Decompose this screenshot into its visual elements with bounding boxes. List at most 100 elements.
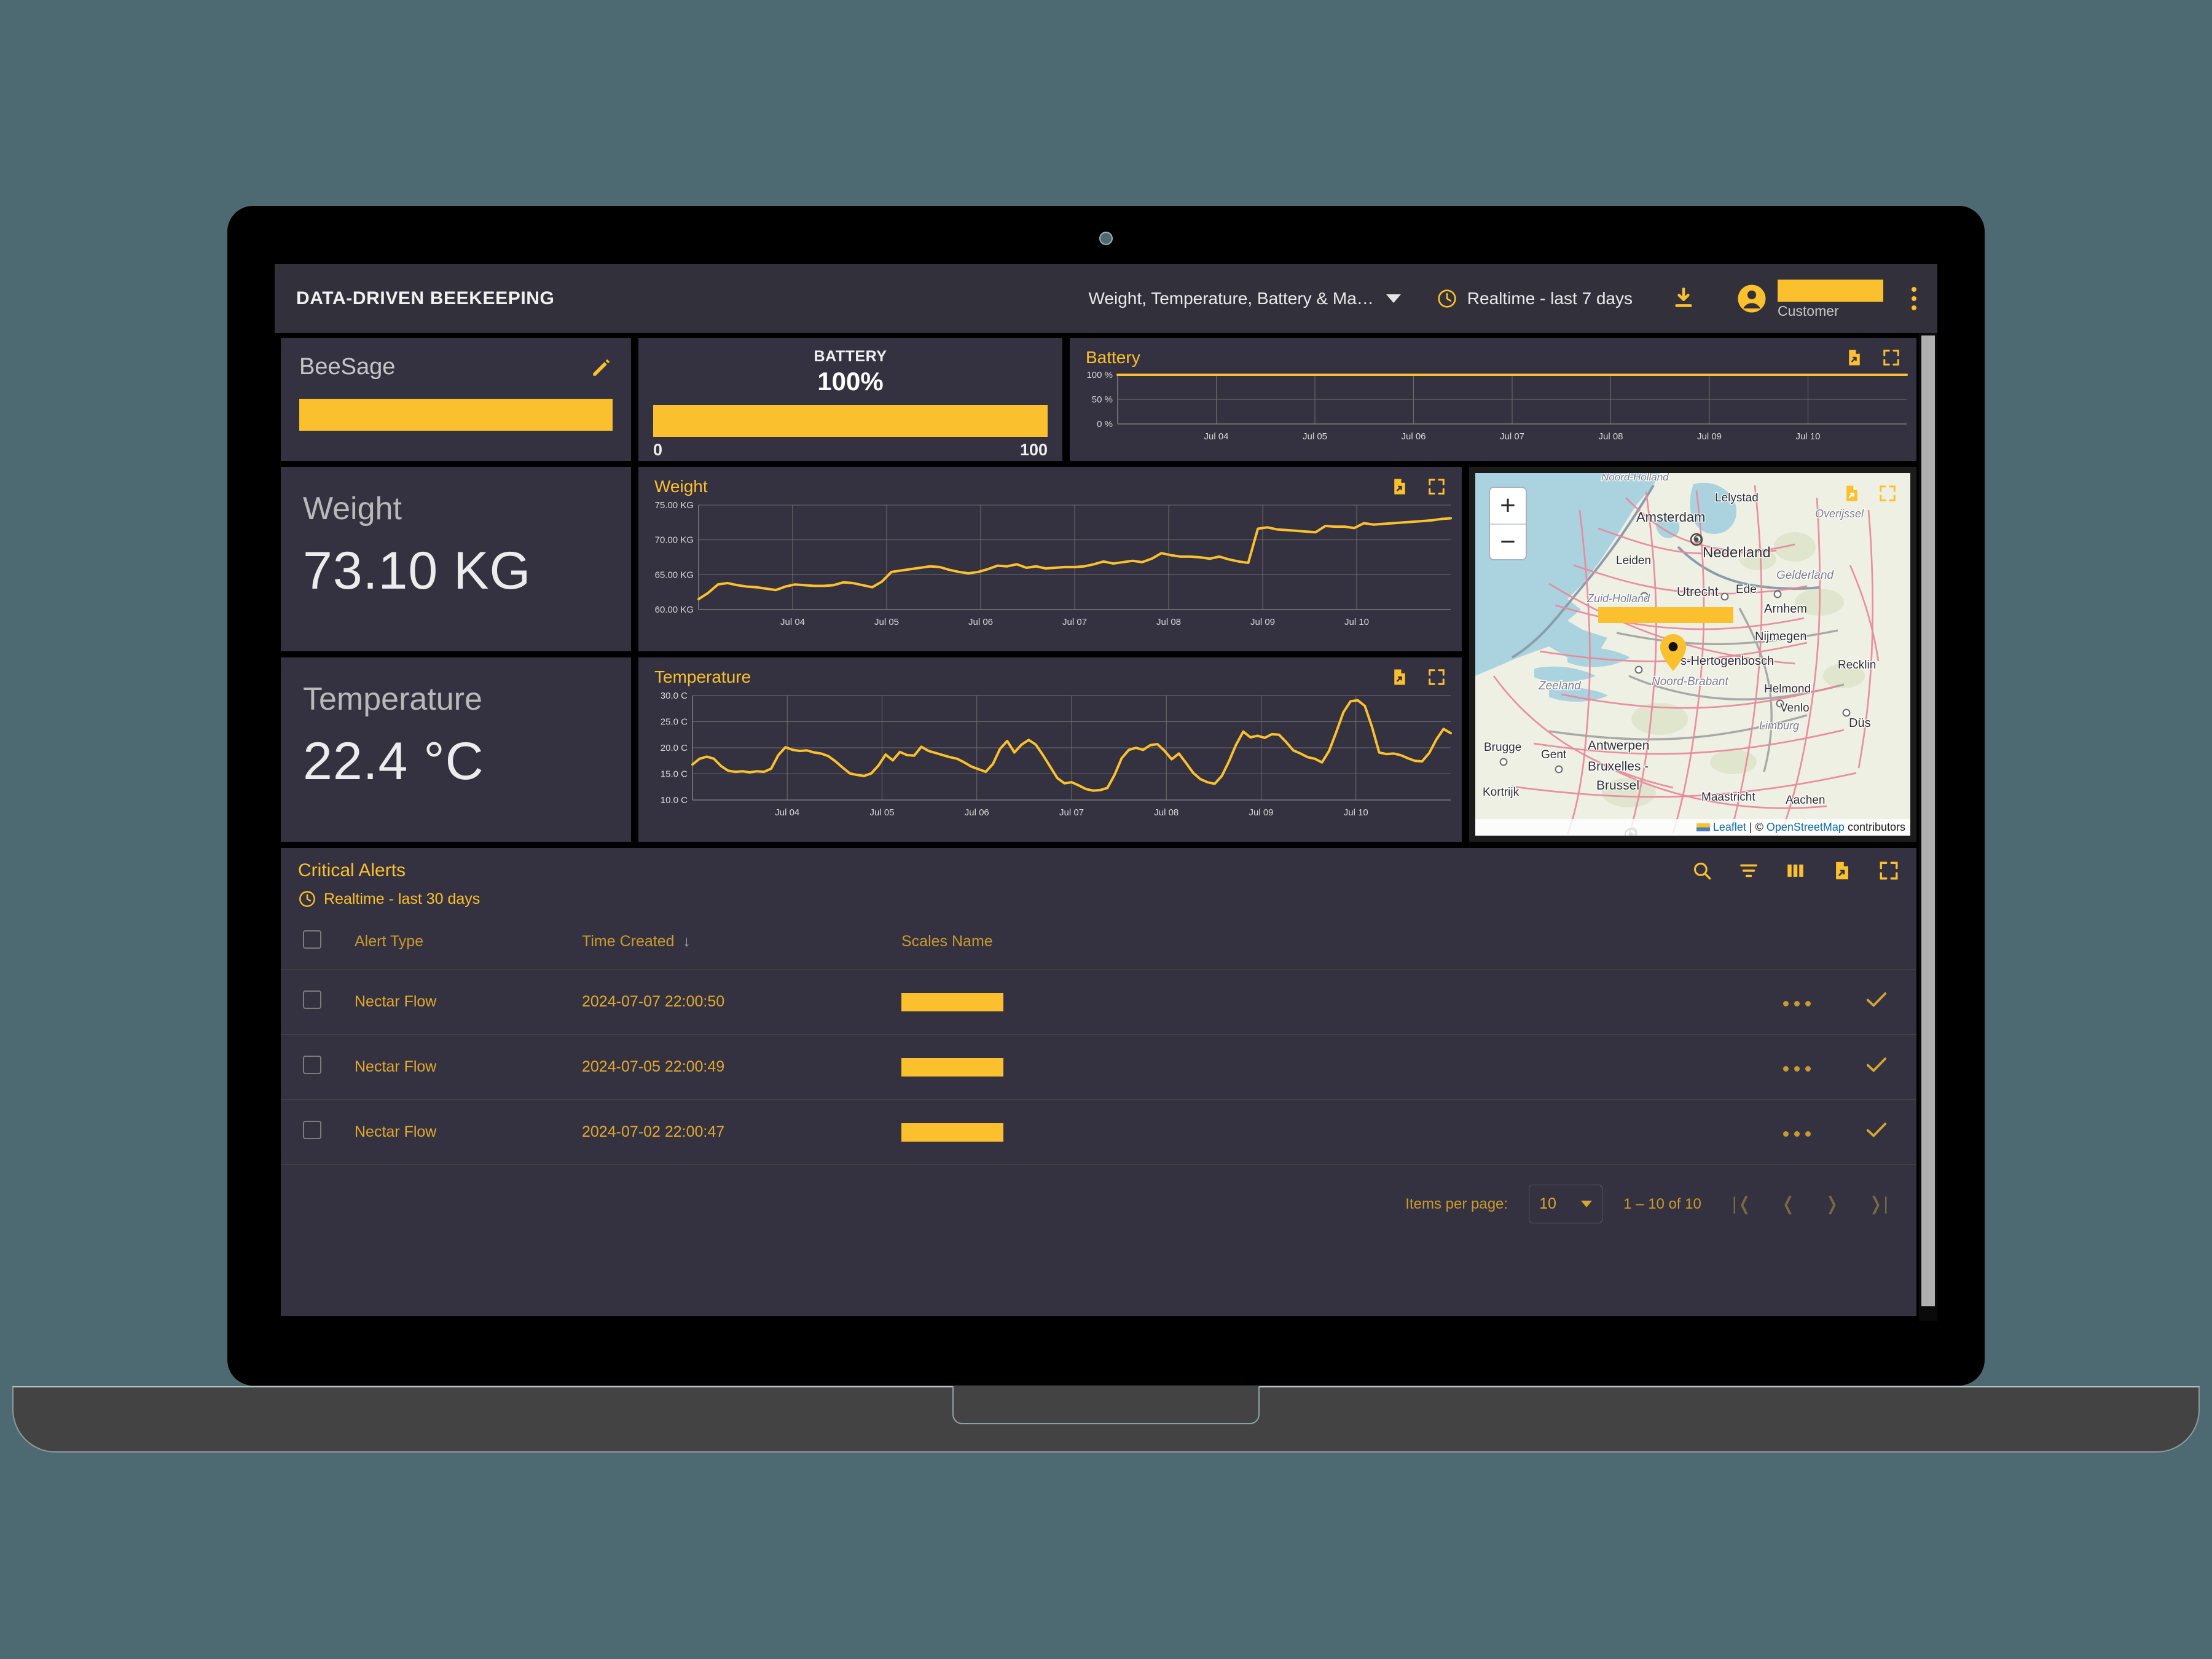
table-row[interactable]: Nectar Flow 2024-07-05 22:00:49 <box>281 1034 1916 1100</box>
x-axis-tick-label: Jul 05 <box>869 807 894 818</box>
check-icon[interactable] <box>1866 1057 1887 1073</box>
x-axis-tick-label: Jul 06 <box>965 807 989 818</box>
leaflet-link[interactable]: Leaflet <box>1713 821 1746 834</box>
row-checkbox[interactable] <box>303 990 321 1009</box>
map-label: Leiden <box>1616 554 1651 567</box>
row-checkbox[interactable] <box>303 1056 321 1074</box>
time-range-selector[interactable]: Realtime - last 7 days <box>1437 288 1633 309</box>
temperature-stat-label: Temperature <box>303 681 482 717</box>
filter-icon[interactable] <box>1738 860 1759 881</box>
user-menu[interactable]: Customer <box>1736 279 1883 319</box>
map-label: Nijmegen <box>1755 630 1806 643</box>
items-per-page-select[interactable]: 10 <box>1529 1185 1603 1223</box>
weight-chart-header: Weight <box>638 467 1462 496</box>
weight-chart-svg: 60.00 KG 65.00 KG 70.00 KG 75.00 KG Jul 04 Ju… <box>655 500 1452 627</box>
weight-chart-actions <box>1390 477 1446 496</box>
cell-alert-type: Nectar Flow <box>355 1034 582 1100</box>
weight-stat-card: Weight 73.10 KG <box>281 467 631 651</box>
pencil-icon[interactable] <box>589 356 613 380</box>
export-file-icon[interactable] <box>1390 668 1409 686</box>
next-page-button[interactable]: ❭ <box>1824 1193 1840 1215</box>
map-label: Zeeland <box>1538 680 1582 692</box>
fullscreen-icon[interactable] <box>1427 668 1446 686</box>
column-header-time-created[interactable]: Time Created ↓ <box>582 922 901 970</box>
y-axis-tick-label: 50 % <box>1092 394 1113 405</box>
fullscreen-icon[interactable] <box>1878 484 1897 503</box>
map-label: Noord-Brabant <box>1652 675 1728 688</box>
user-role-label: Customer <box>1778 302 1839 319</box>
leaflet-flag-icon <box>1696 823 1710 831</box>
map-label: Arnhem <box>1764 602 1807 616</box>
x-axis-tick-label: Jul 10 <box>1795 431 1820 442</box>
first-page-button[interactable]: |❬ <box>1732 1193 1752 1215</box>
more-horizontal-icon[interactable] <box>1783 1131 1811 1137</box>
cell-time-created: 2024-07-05 22:00:49 <box>582 1034 901 1100</box>
map-pin-icon[interactable] <box>1660 634 1687 671</box>
cell-resolve <box>1837 969 1916 1035</box>
table-row[interactable]: Nectar Flow 2024-07-02 22:00:47 <box>281 1099 1916 1164</box>
y-axis-tick-label: 70.00 KG <box>655 535 694 546</box>
download-icon[interactable] <box>1671 286 1696 312</box>
battery-chart-panel: Battery 0 % 50 % 100 % Jul 04 Jul 05 Jul 06 Ju… <box>1070 338 1916 461</box>
more-vertical-icon[interactable] <box>1912 287 1916 310</box>
more-horizontal-icon[interactable] <box>1783 1001 1811 1006</box>
dataset-selector[interactable]: Weight, Temperature, Battery & Ma… <box>1089 289 1401 308</box>
alerts-title: Critical Alerts <box>298 860 406 880</box>
check-icon[interactable] <box>1866 1122 1887 1138</box>
row-checkbox[interactable] <box>303 1121 321 1139</box>
y-axis-tick-label: 100 % <box>1086 370 1113 380</box>
items-per-page-label: Items per page: <box>1405 1195 1508 1212</box>
column-header-scales-name[interactable]: Scales Name <box>901 922 1757 970</box>
export-file-icon[interactable] <box>1845 348 1864 367</box>
export-file-icon[interactable] <box>1832 860 1853 881</box>
pagination-controls: |❬ ❬ ❭ ❭| <box>1732 1193 1888 1215</box>
last-page-button[interactable]: ❭| <box>1868 1193 1888 1215</box>
x-axis-tick-label: Jul 09 <box>1250 617 1275 627</box>
openstreetmap-link[interactable]: OpenStreetMap <box>1767 821 1845 834</box>
content-scrollbar-thumb[interactable] <box>1921 335 1935 1306</box>
map-canvas[interactable]: Noord-Holland Lelystad Amsterdam Nederland L… <box>1475 473 1910 836</box>
x-axis-tick-label: Jul 10 <box>1344 807 1368 818</box>
table-row[interactable]: Nectar Flow 2024-07-07 22:00:50 <box>281 969 1916 1035</box>
search-icon[interactable] <box>1692 860 1712 881</box>
fullscreen-icon[interactable] <box>1427 477 1446 496</box>
temperature-chart-actions <box>1390 668 1446 686</box>
weight-chart-plot: 60.00 KG 65.00 KG 70.00 KG 75.00 KG Jul 04 Ju… <box>638 496 1462 639</box>
column-header-actions <box>1757 922 1837 970</box>
previous-page-button[interactable]: ❬ <box>1781 1193 1796 1215</box>
export-file-icon[interactable] <box>1843 484 1861 503</box>
beesage-header: BeeSage <box>299 354 613 380</box>
fullscreen-icon[interactable] <box>1882 348 1900 367</box>
battery-gauge-title: BATTERY <box>814 348 887 365</box>
map-panel: Noord-Holland Lelystad Amsterdam Nederland L… <box>1469 467 1916 842</box>
battery-gauge-card: BATTERY 100% 0 100 <box>638 338 1062 461</box>
map-label: Ede <box>1736 583 1757 596</box>
battery-gauge-value: 100% <box>817 367 884 396</box>
map-zoom-out-button[interactable]: − <box>1490 524 1526 559</box>
x-axis-tick-label: Jul 04 <box>775 807 799 818</box>
battery-chart-svg: 0 % 50 % 100 % Jul 04 Jul 05 Jul 06 Jul 07 Jul … <box>1086 370 1908 442</box>
content-scrollbar-track[interactable] <box>1919 333 1937 1321</box>
x-axis-tick-label: Jul 07 <box>1059 807 1084 818</box>
map-label: Brussel <box>1596 779 1639 793</box>
x-axis-tick-label: Jul 05 <box>1303 431 1327 442</box>
fullscreen-icon[interactable] <box>1878 860 1899 881</box>
attrib-copyright: © <box>1755 821 1763 833</box>
chevron-down-icon <box>1386 294 1401 303</box>
columns-icon[interactable] <box>1785 860 1806 881</box>
battery-chart-plot: 0 % 50 % 100 % Jul 04 Jul 05 Jul 06 Jul 07 Jul … <box>1070 367 1916 449</box>
temperature-chart-header: Temperature <box>638 657 1462 687</box>
map-zoom-in-button[interactable]: + <box>1490 488 1526 524</box>
weight-chart-panel: Weight 60.00 KG 65.00 KG 70.00 KG 75.00 KG J… <box>638 467 1462 651</box>
y-axis-tick-label: 25.0 C <box>661 717 688 728</box>
map-label: Nederland <box>1703 544 1771 561</box>
more-horizontal-icon[interactable] <box>1783 1066 1811 1072</box>
alerts-table: Alert Type Time Created ↓ Scales Name Ne… <box>281 922 1916 1164</box>
battery-gauge-bar-fill <box>653 405 1048 437</box>
column-header-alert-type[interactable]: Alert Type <box>355 922 582 970</box>
select-all-checkbox[interactable] <box>303 930 321 949</box>
export-file-icon[interactable] <box>1390 477 1409 496</box>
alerts-toolbar <box>1692 860 1899 881</box>
check-icon[interactable] <box>1866 992 1887 1008</box>
user-name-redacted <box>1778 279 1883 302</box>
